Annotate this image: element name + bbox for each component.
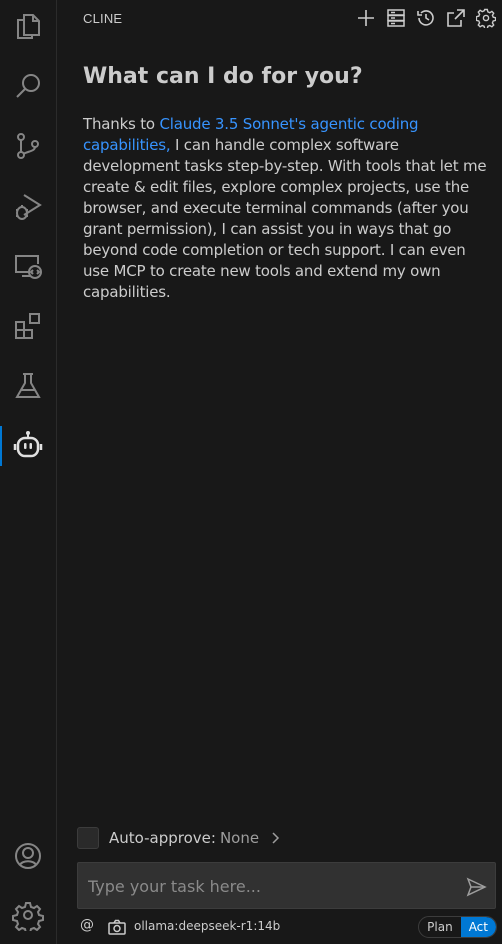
gear-icon (12, 902, 44, 931)
account-icon (15, 843, 41, 869)
auto-approve-checkbox[interactable] (77, 827, 99, 849)
mention-button[interactable]: @ (80, 917, 94, 933)
search-icon (16, 74, 40, 98)
auto-approve-value: None (219, 829, 260, 847)
cline-button[interactable] (0, 426, 48, 466)
camera-icon[interactable] (108, 919, 126, 935)
extensions-icon (15, 313, 40, 339)
accounts-button[interactable] (8, 836, 48, 876)
extensions-button[interactable] (8, 306, 48, 346)
welcome-body-text: I can handle complex software developmen… (83, 136, 487, 301)
cline-panel: CLINE What can I do for you? Thanks to C… (58, 0, 502, 944)
welcome-text: Thanks to Claude 3.5 Sonnet's agentic co… (83, 114, 493, 303)
remote-explorer-button[interactable] (8, 246, 48, 286)
activity-bar (0, 0, 57, 944)
header-actions (354, 6, 498, 30)
search-button[interactable] (8, 66, 48, 106)
server-icon (387, 9, 405, 27)
history-button[interactable] (414, 6, 438, 30)
open-in-editor-button[interactable] (444, 6, 468, 30)
git-branch-icon (17, 133, 39, 159)
manage-button[interactable] (8, 895, 48, 935)
history-icon (417, 10, 434, 26)
run-debug-button[interactable] (8, 186, 48, 226)
mcp-servers-button[interactable] (384, 6, 408, 30)
plan-act-toggle[interactable]: Plan Act (418, 916, 497, 938)
plus-icon (358, 10, 374, 26)
explorer-button[interactable] (8, 6, 48, 46)
settings-button[interactable] (474, 6, 498, 30)
welcome-intro: Thanks to (83, 115, 160, 133)
panel-title: CLINE (83, 11, 123, 26)
remote-icon (15, 255, 42, 279)
source-control-button[interactable] (8, 126, 48, 166)
files-icon (17, 14, 40, 39)
beaker-icon (15, 373, 41, 398)
plan-mode-button[interactable]: Plan (419, 917, 461, 937)
welcome-heading: What can I do for you? (83, 64, 363, 89)
chevron-right-icon[interactable] (267, 830, 283, 846)
act-mode-button[interactable]: Act (460, 917, 496, 937)
auto-approve-label: Auto-approve: (109, 829, 216, 847)
panel-header: CLINE (58, 0, 502, 38)
task-input-container (77, 862, 496, 909)
task-input[interactable] (88, 875, 448, 897)
input-toolbar: @ ollama:deepseek-r1:14b Plan Act (77, 916, 497, 938)
send-icon[interactable] (465, 876, 487, 898)
external-link-icon (447, 9, 465, 27)
gear-icon (476, 8, 496, 28)
model-selector[interactable]: ollama:deepseek-r1:14b (134, 919, 280, 933)
robot-icon (13, 431, 43, 458)
auto-approve-row[interactable]: Auto-approve: None (77, 826, 283, 850)
new-task-button[interactable] (354, 6, 378, 30)
testing-button[interactable] (8, 366, 48, 406)
run-debug-icon (16, 194, 42, 220)
